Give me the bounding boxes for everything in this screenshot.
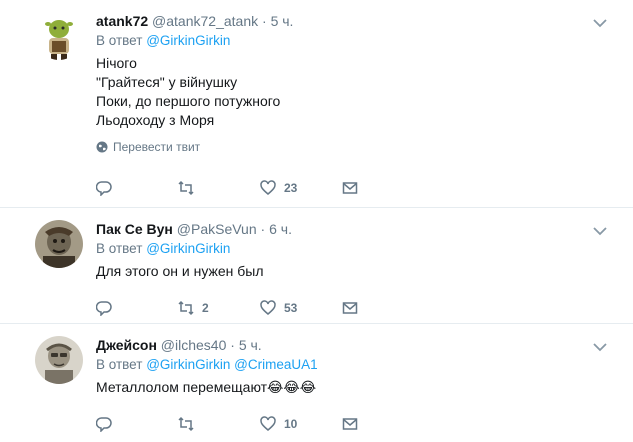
- avatar[interactable]: [35, 336, 83, 384]
- fullname[interactable]: atank72: [96, 13, 148, 29]
- mention-link[interactable]: @GirkinGirkin: [146, 241, 230, 256]
- reply-prefix: В ответ: [96, 33, 143, 48]
- like-button[interactable]: 10: [260, 416, 342, 432]
- retweet-button[interactable]: [178, 180, 260, 196]
- heart-icon: [260, 300, 276, 315]
- translate-link[interactable]: Перевести твит: [96, 140, 613, 154]
- username[interactable]: @atank72_atank: [152, 13, 258, 29]
- tweet-text-line: Поки, до першого потужного: [96, 93, 281, 109]
- tweet-text: Нічого "Грайтеся" у війнушку Поки, до пе…: [96, 54, 613, 130]
- direct-message-button[interactable]: [342, 180, 424, 196]
- tweet[interactable]: Пак Се Вун @PakSeVun · 6 ч. В ответ @Gir…: [0, 208, 633, 324]
- separator-dot: ·: [262, 13, 267, 29]
- direct-message-button[interactable]: [342, 300, 424, 316]
- tweet[interactable]: atank72 @atank72_atank · 5 ч. В ответ @G…: [0, 0, 633, 208]
- like-count: 23: [284, 181, 298, 195]
- fullname[interactable]: Пак Се Вун: [96, 221, 173, 237]
- separator-dot: ·: [230, 337, 235, 353]
- tweet-text-content: Металлолом перемещают: [96, 379, 268, 395]
- tweet-text: Для этого он и нужен был: [96, 262, 613, 281]
- like-button[interactable]: 53: [260, 300, 342, 316]
- tweet-text-line: "Грайтеся" у війнушку: [96, 74, 238, 90]
- translate-label[interactable]: Перевести твит: [113, 140, 200, 154]
- tweet-text-line: Льодоходу з Моря: [96, 112, 215, 128]
- tweet-header: Джейсон @ilches40 · 5 ч.: [96, 336, 613, 354]
- chevron-down-icon[interactable]: [593, 342, 607, 352]
- heart-icon: [260, 180, 276, 195]
- chevron-down-icon[interactable]: [593, 18, 607, 28]
- separator-dot: ·: [260, 221, 266, 237]
- timestamp[interactable]: 6 ч.: [269, 221, 292, 237]
- reply-button[interactable]: [96, 180, 178, 196]
- mention-link[interactable]: @CrimeaUA1: [234, 357, 317, 372]
- globe-icon: [96, 141, 108, 153]
- fullname[interactable]: Джейсон: [96, 337, 157, 353]
- like-count: 10: [284, 417, 298, 431]
- retweet-icon: [178, 416, 194, 432]
- reply-feed: atank72 @atank72_atank · 5 ч. В ответ @G…: [0, 0, 633, 442]
- laughing-emoji: 😂😂😂: [267, 379, 317, 395]
- reply-icon: [96, 181, 112, 196]
- timestamp[interactable]: 5 ч.: [239, 337, 262, 353]
- like-button[interactable]: 23: [260, 180, 342, 196]
- chevron-down-icon[interactable]: [593, 226, 607, 236]
- reply-icon: [96, 301, 112, 316]
- retweet-button[interactable]: [178, 416, 260, 432]
- direct-message-button[interactable]: [342, 416, 424, 432]
- tweet-actions: 2 53: [96, 300, 424, 316]
- tweet[interactable]: Джейсон @ilches40 · 5 ч. В ответ @Girkin…: [0, 324, 633, 442]
- avatar[interactable]: [35, 12, 83, 60]
- avatar[interactable]: [35, 220, 83, 268]
- username[interactable]: @ilches40: [161, 337, 227, 353]
- retweet-count: 2: [202, 301, 209, 315]
- reply-prefix: В ответ: [96, 241, 143, 256]
- tweet-text-line: Для этого он и нужен был: [96, 263, 264, 279]
- tweet-header: Пак Се Вун @PakSeVun · 6 ч.: [96, 220, 613, 238]
- tweet-text: Металлолом перемещают😂😂😂: [96, 378, 613, 397]
- tweet-actions: 23: [96, 180, 424, 196]
- reply-button[interactable]: [96, 416, 178, 432]
- reply-icon: [96, 417, 112, 432]
- tweet-text-line: Нічого: [96, 55, 137, 71]
- reply-context: В ответ @GirkinGirkin @CrimeaUA1: [96, 356, 613, 374]
- retweet-button[interactable]: 2: [178, 300, 260, 316]
- username[interactable]: @PakSeVun: [177, 221, 257, 237]
- retweet-icon: [178, 300, 194, 316]
- heart-icon: [260, 416, 276, 431]
- reply-context: В ответ @GirkinGirkin: [96, 32, 613, 50]
- tweet-text-line: Металлолом перемещают😂😂😂: [96, 378, 613, 397]
- envelope-icon: [342, 418, 358, 430]
- tweet-header: atank72 @atank72_atank · 5 ч.: [96, 12, 613, 30]
- timestamp[interactable]: 5 ч.: [271, 13, 294, 29]
- envelope-icon: [342, 302, 358, 314]
- reply-context: В ответ @GirkinGirkin: [96, 240, 613, 258]
- reply-prefix: В ответ: [96, 357, 143, 372]
- mention-link[interactable]: @GirkinGirkin: [146, 357, 230, 372]
- like-count: 53: [284, 301, 298, 315]
- retweet-icon: [178, 180, 194, 196]
- reply-button[interactable]: [96, 300, 178, 316]
- tweet-actions: 10: [96, 416, 424, 432]
- mention-link[interactable]: @GirkinGirkin: [146, 33, 230, 48]
- envelope-icon: [342, 182, 358, 194]
